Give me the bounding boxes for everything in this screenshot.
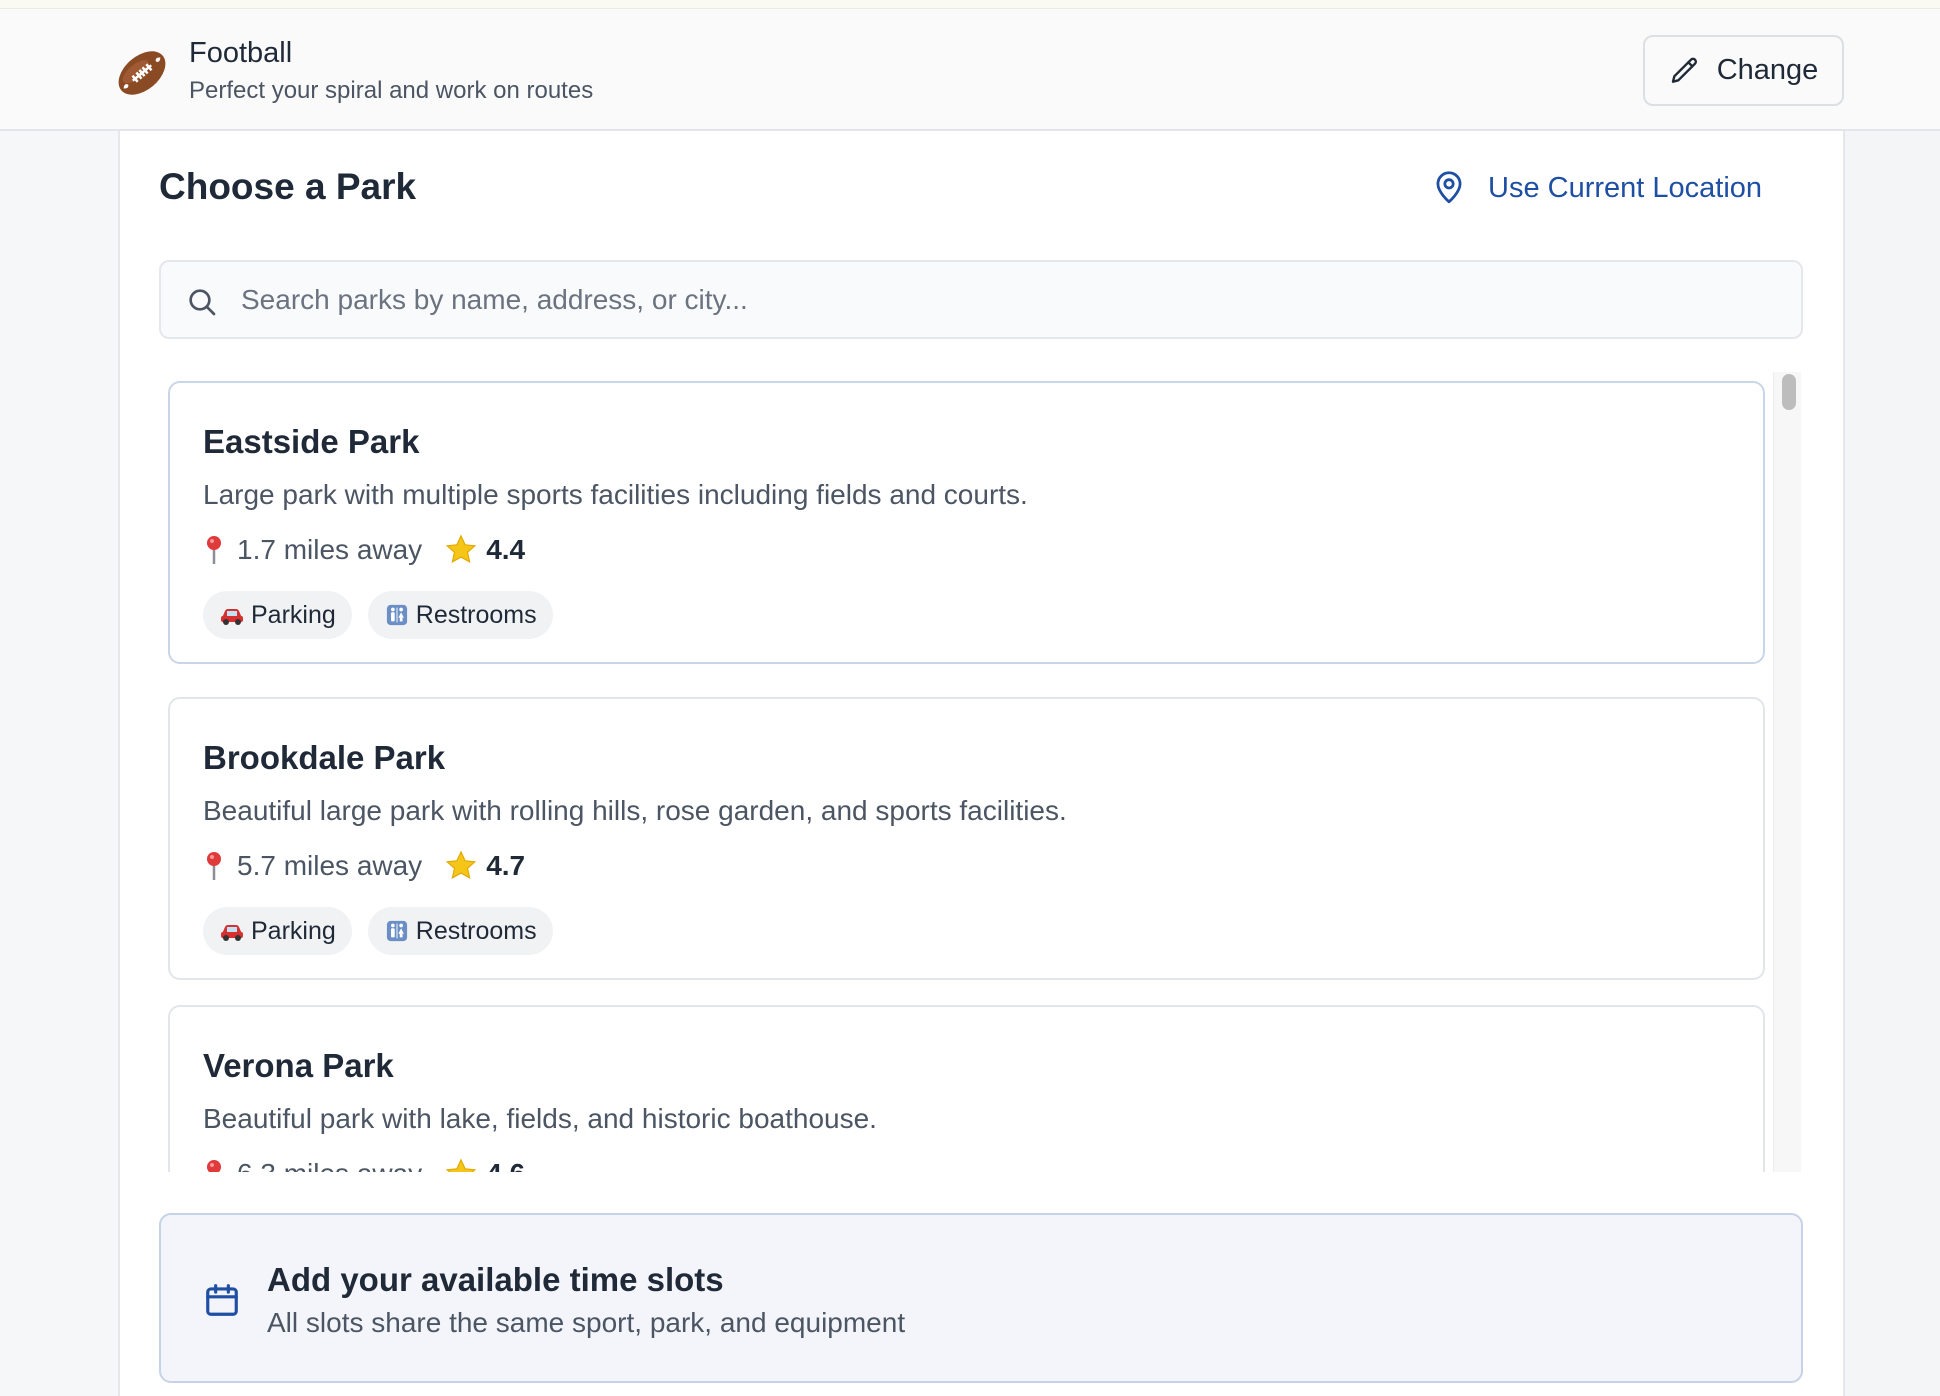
- round-pushpin-icon: [207, 536, 221, 564]
- amenity-label: Parking: [251, 600, 336, 629]
- change-button-label: Change: [1716, 54, 1819, 86]
- time-slots-banner: Add your available time slots All slots …: [159, 1213, 1803, 1383]
- sport-subtitle: Perfect your spiral and work on routes: [189, 77, 594, 104]
- car-icon: [221, 609, 243, 625]
- amenity-tag-restrooms: Restrooms: [367, 591, 553, 639]
- time-slots-subtitle: All slots share the same sport, park, an…: [267, 1307, 906, 1338]
- amenity-label: Restrooms: [415, 916, 537, 945]
- park-rating: 4.4: [486, 534, 526, 565]
- use-current-location-button[interactable]: Use Current Location: [1432, 166, 1762, 210]
- park-list-scrollbar-thumb[interactable]: [1782, 374, 1796, 410]
- park-distance: 1.7 miles away: [237, 534, 423, 565]
- star-icon: [445, 534, 477, 564]
- park-meta: 1.7 miles away 4.4: [203, 533, 525, 567]
- time-slots-title: Add your available time slots: [267, 1261, 724, 1298]
- star-icon: [445, 850, 477, 880]
- park-distance: 5.7 miles away: [237, 850, 423, 881]
- amenity-tag-parking: Parking: [203, 907, 352, 955]
- park-name: Brookdale Park: [203, 739, 446, 776]
- park-list: Eastside Park Large park with multiple s…: [159, 372, 1779, 1172]
- location-pin-icon: [1436, 171, 1462, 204]
- football-icon: [118, 51, 166, 95]
- change-sport-button[interactable]: Change: [1643, 35, 1844, 106]
- amenity-label: Parking: [251, 916, 336, 945]
- pencil-icon: [1671, 57, 1697, 83]
- park-description: Beautiful park with lake, fields, and hi…: [203, 1103, 877, 1134]
- park-description: Large park with multiple sports faciliti…: [203, 479, 1028, 510]
- left-gutter: [0, 131, 118, 1396]
- park-meta: 5.7 miles away 4.7: [203, 849, 525, 883]
- car-icon: [221, 925, 243, 941]
- sport-title: Football: [189, 37, 293, 69]
- park-rating: 4.6: [486, 1158, 525, 1172]
- amenity-label: Restrooms: [415, 600, 537, 629]
- park-card-verona[interactable]: Verona Park Beautiful park with lake, fi…: [168, 1005, 1765, 1172]
- use-current-location-label: Use Current Location: [1488, 171, 1763, 204]
- top-strip: [0, 0, 1940, 9]
- amenity-tag-restrooms: Restrooms: [367, 907, 553, 955]
- restroom-icon: [386, 604, 407, 626]
- right-gutter: [1845, 131, 1940, 1396]
- amenity-tags: Parking Restrooms: [203, 907, 553, 955]
- sport-header: Football Perfect your spiral and work on…: [0, 9, 1940, 131]
- park-card-brookdale[interactable]: Brookdale Park Beautiful large park with…: [168, 697, 1765, 980]
- round-pushpin-icon: [207, 852, 221, 880]
- park-name: Eastside Park: [203, 423, 420, 460]
- amenity-tags: Parking Restrooms: [203, 591, 553, 639]
- park-description: Beautiful large park with rolling hills,…: [203, 795, 1067, 826]
- park-rating: 4.7: [486, 850, 526, 881]
- park-search-input[interactable]: [241, 272, 1781, 328]
- park-name: Verona Park: [203, 1047, 394, 1084]
- park-distance: 6.3 miles away: [237, 1158, 422, 1172]
- search-icon: [189, 289, 216, 316]
- calendar-icon: [206, 1284, 238, 1316]
- choose-park-title: Choose a Park: [159, 166, 417, 207]
- park-card-eastside[interactable]: Eastside Park Large park with multiple s…: [168, 381, 1765, 664]
- park-list-scrollbar[interactable]: [1773, 372, 1801, 1172]
- amenity-tag-parking: Parking: [203, 591, 352, 639]
- park-meta: 6.3 miles away 4.6: [203, 1157, 525, 1172]
- star-icon: [445, 1158, 477, 1172]
- round-pushpin-icon: [207, 1160, 221, 1172]
- restroom-icon: [386, 920, 407, 942]
- park-search-box: [159, 260, 1803, 339]
